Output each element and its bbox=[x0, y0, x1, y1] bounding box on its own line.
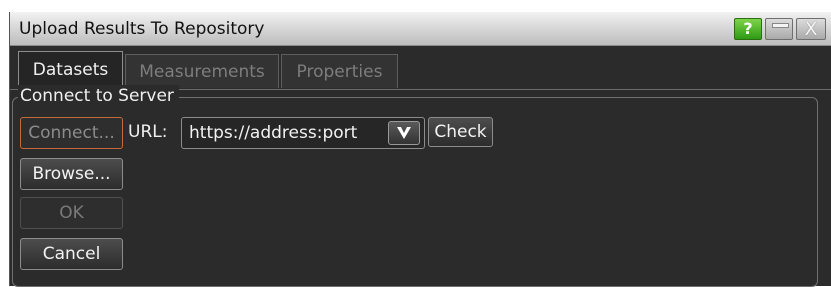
group-legend: Connect to Server bbox=[18, 85, 179, 107]
close-icon: X bbox=[804, 18, 818, 40]
url-label: URL: bbox=[128, 122, 168, 142]
check-button[interactable]: Check bbox=[428, 117, 493, 147]
url-combobox[interactable]: https://address:port bbox=[181, 117, 425, 149]
minimize-icon bbox=[772, 23, 789, 28]
url-dropdown-button[interactable] bbox=[388, 121, 420, 145]
dialog-title: Upload Results To Repository bbox=[19, 19, 265, 39]
chevron-down-icon bbox=[397, 127, 411, 139]
tab-datasets[interactable]: Datasets bbox=[18, 51, 123, 89]
help-icon: ? bbox=[743, 19, 753, 38]
help-button[interactable]: ? bbox=[734, 18, 762, 40]
browse-button[interactable]: Browse... bbox=[20, 158, 123, 190]
connect-button[interactable]: Connect... bbox=[20, 117, 123, 149]
url-input[interactable]: https://address:port bbox=[189, 122, 357, 144]
cancel-button[interactable]: Cancel bbox=[20, 238, 123, 270]
tab-measurements[interactable]: Measurements bbox=[125, 54, 279, 88]
ok-button[interactable]: OK bbox=[20, 197, 123, 229]
minimize-button[interactable] bbox=[765, 18, 793, 40]
close-button[interactable]: X bbox=[796, 18, 826, 40]
tab-properties[interactable]: Properties bbox=[281, 54, 398, 88]
title-bar[interactable]: Upload Results To Repository ? X bbox=[10, 12, 831, 46]
